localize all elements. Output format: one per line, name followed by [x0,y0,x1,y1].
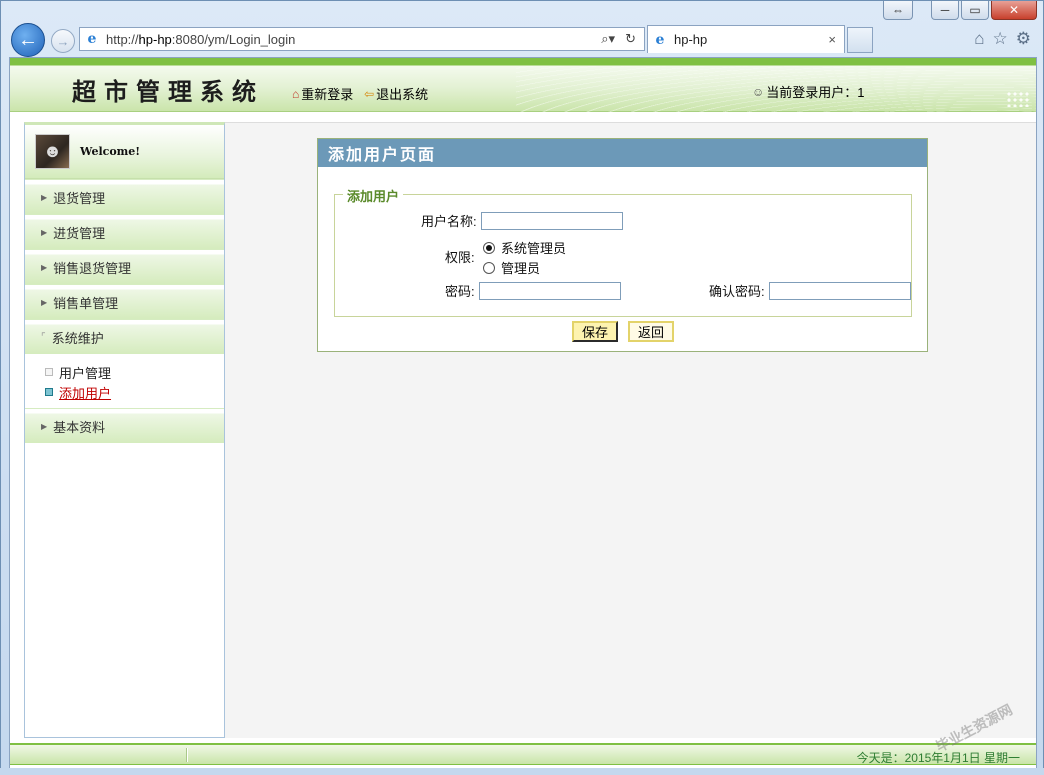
address-text[interactable]: http://hp-hp:8080/ym/Login_login [106,32,601,47]
sidebar-item-purchase-management[interactable]: ▶ 进货管理 [25,214,224,249]
navigation-bar: ← → e http://hp-hp:8080/ym/Login_login ⌕… [9,21,1039,57]
main-content: 添加用户页面 添加用户 用户名称: 权限: 系统管理员 管理员 密码: 确认密码… [225,122,1036,738]
sidebar: ☻ Welcome! ▶ 退货管理 ▶ 进货管理 ▶ 销售退货管理 ▶ 销售单管… [24,122,225,738]
system-title: 超市管理系统 [72,77,264,106]
sidebar-item-label: 销售单管理 [53,295,119,311]
home-icon[interactable]: ⌂ [974,29,984,49]
confirm-password-input[interactable] [768,281,911,300]
password-label: 密码: [445,284,475,299]
ie-logo-icon: e [87,31,97,47]
permission-label-row: 权限: [445,247,475,266]
address-prefix: http:// [106,31,139,47]
sidebar-item-sales-return-management[interactable]: ▶ 销售退货管理 [25,249,224,284]
forward-arrow-icon[interactable]: → [51,29,75,53]
address-bar[interactable]: e http://hp-hp:8080/ym/Login_login ⌕▾ ↻ [79,27,645,51]
sidebar-item-basic-data[interactable]: ▶ 基本资料 [25,408,224,443]
sidebar-item-label: 系统维护 [51,330,104,346]
permission-label: 权限: [445,250,475,265]
triangle-right-icon: ▶ [41,192,48,202]
current-user-label: 当前登录用户：1 [766,85,865,100]
back-button[interactable]: 返回 [628,321,675,342]
radio-selected-icon[interactable] [483,241,495,254]
tab-close-icon[interactable]: × [828,32,836,47]
username-row: 用户名称: [421,211,623,230]
password-input[interactable] [478,281,621,300]
welcome-text: Welcome! [80,145,141,158]
square-bullet-icon [45,388,53,396]
header-spacer [10,113,1036,122]
compat-view-button[interactable]: ⇔ [883,1,913,20]
triangle-right-icon: ▶ [41,297,48,307]
relogin-label: 重新登录 [301,87,354,102]
role-option-admin[interactable]: 管理员 [483,258,540,277]
address-host: hp-hp [138,31,172,47]
sidebar-item-label: 基本资料 [53,419,106,435]
triangle-right-icon: ▶ [41,227,48,237]
fieldset-legend: 添加用户 [343,186,404,205]
role-option-label: 管理员 [501,261,541,276]
save-button[interactable]: 保存 [572,321,619,342]
browser-window: ─ ▭ ✕ ⇔ ← → e http://hp-hp:8080/ym/Login… [0,0,1044,775]
ie-tab-icon: e [655,31,665,48]
minimize-button[interactable]: ─ [931,1,959,20]
sidebar-item-label: 进货管理 [53,225,106,241]
new-tab-button[interactable] [847,27,873,53]
window-bottom-edge [0,768,1044,775]
favorites-star-icon[interactable]: ☆ [993,29,1008,49]
add-user-fieldset: 添加用户 用户名称: 权限: 系统管理员 管理员 密码: 确认密码: [334,186,912,317]
welcome-box: ☻ Welcome! [25,125,224,179]
browser-tab[interactable]: e hp-hp × [647,25,845,53]
role-option-system-admin[interactable]: 系统管理员 [483,238,566,257]
confirm-password-label: 确认密码: [709,284,765,299]
subitem-label: 添加用户 [59,385,112,401]
settings-gear-icon[interactable]: ⚙ [1016,29,1031,49]
current-user: ☺ 当前登录用户：1 [752,82,865,101]
triangle-right-icon: ▶ [41,421,48,431]
sidebar-subitem-user-management[interactable]: 用户管理 [45,362,224,382]
sidebar-sub-list: 用户管理 添加用户 [25,354,224,408]
sidebar-item-sales-order-management[interactable]: ▶ 销售单管理 [25,284,224,319]
sidebar-item-return-management[interactable]: ▶ 退货管理 [25,179,224,214]
radio-unselected-icon[interactable] [483,261,495,274]
header-dots-decoration [1006,91,1030,107]
username-label: 用户名称: [421,214,477,229]
page-viewport: 超市管理系统 ⌂ 重新登录 ⇦ 退出系统 ☺ 当前登录用户：1 ☻ Welcom… [9,57,1037,769]
user-icon: ☺ [752,84,765,99]
footer-separator [186,748,188,762]
sidebar-item-label: 退货管理 [53,190,106,206]
close-button[interactable]: ✕ [991,1,1037,20]
square-bullet-icon [45,368,53,376]
password-row: 密码: [445,281,621,300]
home-small-icon: ⌂ [292,86,300,101]
sidebar-item-system-maintenance[interactable]: ⌜ 系统维护 [25,319,224,354]
sidebar-subitem-add-user[interactable]: 添加用户 [45,382,224,402]
search-icon[interactable]: ⌕▾ [601,31,615,47]
avatar: ☻ [35,134,70,169]
window-controls: ─ ▭ ✕ [931,1,1037,23]
refresh-icon[interactable]: ↻ [625,31,636,47]
logout-link[interactable]: ⇦ 退出系统 [364,84,428,103]
site-header: 超市管理系统 ⌂ 重新登录 ⇦ 退出系统 ☺ 当前登录用户：1 [10,58,1036,112]
username-input[interactable] [480,211,623,230]
panel-title: 添加用户页面 [318,139,927,167]
subitem-label: 用户管理 [59,365,112,381]
corner-open-icon: ⌜ [41,331,46,343]
confirm-password-row: 确认密码: [709,281,911,300]
address-path: :8080/ym/Login_login [171,31,296,47]
maximize-button[interactable]: ▭ [961,1,989,20]
triangle-right-icon: ▶ [41,262,48,272]
relogin-link[interactable]: ⌂ 重新登录 [292,84,353,103]
site-footer: 今天是：2015年1月1日 星期一 [10,743,1036,765]
sidebar-item-label: 销售退货管理 [53,260,132,276]
role-option-label: 系统管理员 [501,241,567,256]
logout-label: 退出系统 [376,87,429,102]
add-user-panel: 添加用户页面 添加用户 用户名称: 权限: 系统管理员 管理员 密码: 确认密码… [317,138,928,352]
exit-icon: ⇦ [364,86,375,101]
tab-title: hp-hp [674,32,708,47]
back-arrow-icon[interactable]: ← [11,23,45,57]
